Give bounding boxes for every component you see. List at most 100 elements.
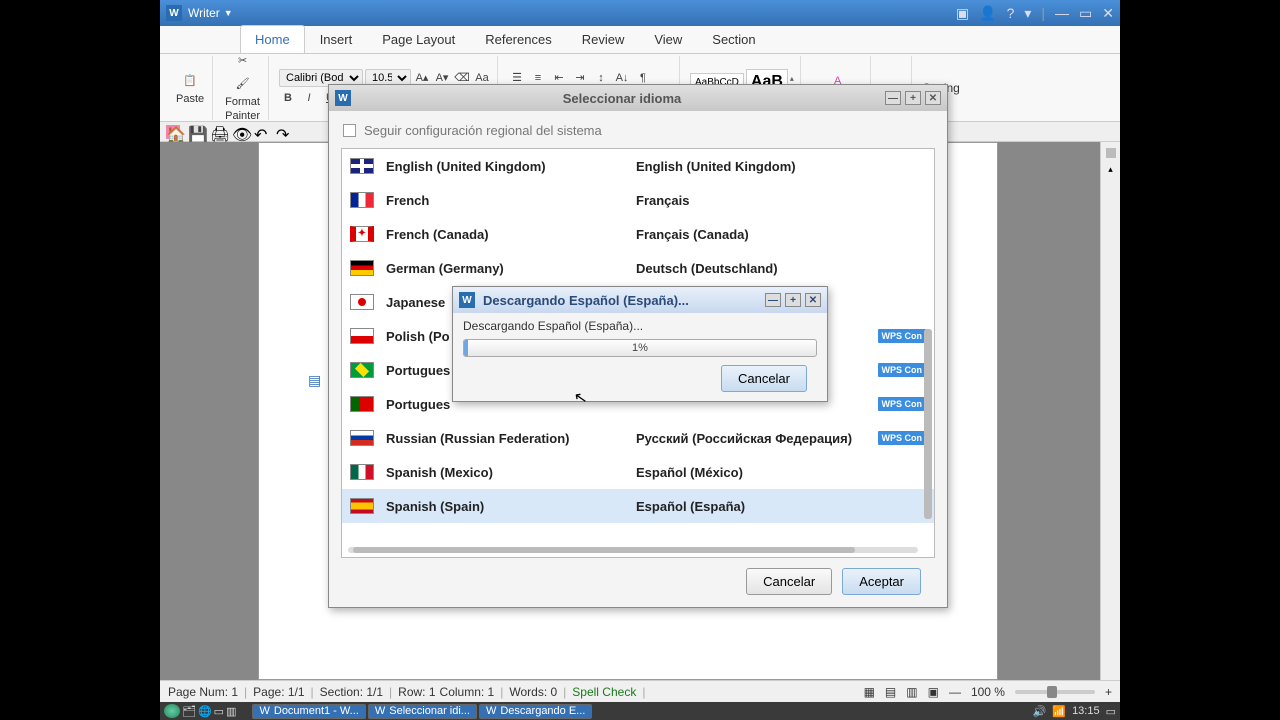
italic-icon[interactable]: I [301, 90, 317, 106]
vertical-scrollbar-thumb[interactable] [924, 329, 932, 519]
horizontal-scrollbar-thumb[interactable] [353, 547, 855, 553]
follow-system-checkbox[interactable]: Seguir configuración regional del sistem… [343, 123, 933, 138]
tab-references[interactable]: References [470, 25, 566, 53]
show-desktop-icon[interactable]: ▭ [1106, 705, 1116, 718]
view-reading-icon[interactable]: ▣ [928, 685, 939, 699]
dl-max-button[interactable]: + [785, 293, 801, 307]
desktop-icon[interactable]: ▭ [214, 705, 224, 718]
flag-icon [350, 294, 374, 310]
wps-connect-badge: WPS Con [878, 431, 927, 445]
view-print-icon[interactable]: ▦ [864, 685, 875, 699]
tab-section[interactable]: Section [697, 25, 770, 53]
language-row[interactable]: Russian (Russian Federation)Русский (Рос… [342, 421, 934, 455]
download-dialog-titlebar[interactable]: W Descargando Español (España)... — + ✕ [453, 287, 827, 313]
language-native-name: Français (Canada) [636, 227, 926, 242]
os-taskbar: 🗂 🌐 ▭ ▥ WDocument1 - W... WSeleccionar i… [160, 702, 1120, 720]
brush-icon: 🖌 [233, 74, 253, 94]
vertical-scrollbar[interactable]: ▴ [1100, 142, 1120, 680]
save-icon[interactable]: 💾 [188, 125, 202, 139]
signin-icon[interactable]: 👤 [979, 5, 996, 22]
tab-review[interactable]: Review [567, 25, 640, 53]
checkbox-icon [343, 124, 356, 137]
flag-icon [350, 192, 374, 208]
files-icon[interactable]: 🗂 [182, 705, 196, 718]
language-native-name: Français [636, 193, 926, 208]
progress-fill [464, 340, 468, 356]
redo-icon[interactable]: ↷ [276, 125, 290, 139]
preview-icon[interactable]: 👁 [232, 125, 246, 139]
app-titlebar: W Writer ▼ ▣ 👤 ? ▾ | — ▭ ✕ [160, 0, 1120, 26]
minimize-button[interactable]: — [1055, 5, 1069, 21]
view-web-icon[interactable]: ▥ [906, 685, 917, 699]
taskbar-download-dialog[interactable]: WDescargando E... [479, 704, 592, 719]
restore-button[interactable]: ▭ [1079, 5, 1092, 22]
wps-icon: W [459, 292, 475, 308]
nav-doc-icon[interactable]: ▤ [308, 372, 321, 389]
zoom-out-button[interactable]: — [949, 685, 961, 699]
progress-bar: 1% [463, 339, 817, 357]
language-row[interactable]: English (United Kingdom)English (United … [342, 149, 934, 183]
tab-home[interactable]: Home [240, 25, 305, 53]
flag-icon [350, 498, 374, 514]
language-row[interactable]: Spanish (Spain)Español (España) [342, 489, 934, 523]
windows-icon[interactable]: ▥ [226, 705, 236, 718]
lang-close-button[interactable]: ✕ [925, 91, 941, 105]
cancel-button[interactable]: Cancelar [746, 568, 832, 595]
language-dialog-titlebar[interactable]: W Seleccionar idioma — + ✕ [329, 85, 947, 111]
download-dialog: W Descargando Español (España)... — + ✕ … [452, 286, 828, 402]
styles-up-icon[interactable]: ▴ [790, 74, 794, 83]
network-icon[interactable]: 📶 [1052, 705, 1066, 718]
status-section: Section: 1/1 [320, 685, 383, 699]
undo-icon[interactable]: ↶ [254, 125, 268, 139]
flag-icon [350, 396, 374, 412]
accept-button[interactable]: Aceptar [842, 568, 921, 595]
zoom-value[interactable]: 100 % [971, 685, 1005, 699]
language-native-name: Español (México) [636, 465, 926, 480]
status-spellcheck[interactable]: Spell Check [572, 685, 636, 699]
more-chevron-icon[interactable]: ▾ [1024, 5, 1031, 22]
language-english-name: French (Canada) [386, 227, 636, 242]
browser-icon[interactable]: 🌐 [198, 705, 212, 718]
flag-icon [350, 464, 374, 480]
volume-icon[interactable]: 🔊 [1033, 705, 1047, 718]
close-button[interactable]: ✕ [1102, 5, 1114, 22]
lang-max-button[interactable]: + [905, 91, 921, 105]
language-native-name: Deutsch (Deutschland) [636, 261, 926, 276]
lang-min-button[interactable]: — [885, 91, 901, 105]
status-page-num: Page Num: 1 [168, 685, 238, 699]
language-row[interactable]: Spanish (Mexico)Español (México) [342, 455, 934, 489]
language-row[interactable]: French (Canada)Français (Canada) [342, 217, 934, 251]
view-outline-icon[interactable]: ▤ [885, 685, 896, 699]
app-menu-chevron[interactable]: ▼ [224, 8, 233, 18]
start-menu-button[interactable] [164, 704, 180, 718]
cut-icon[interactable]: ✂ [235, 54, 251, 69]
zoom-slider[interactable] [1015, 690, 1095, 694]
language-english-name: French [386, 193, 636, 208]
language-english-name: German (Germany) [386, 261, 636, 276]
language-row[interactable]: FrenchFrançais [342, 183, 934, 217]
tab-view[interactable]: View [639, 25, 697, 53]
task-pane-toggle[interactable] [1106, 148, 1116, 158]
flag-icon [350, 260, 374, 276]
download-message: Descargando Español (España)... [463, 319, 817, 333]
download-cancel-button[interactable]: Cancelar [721, 365, 807, 392]
paste-button[interactable]: 📋 Paste [174, 69, 206, 107]
print-icon[interactable]: 🖨 [210, 125, 224, 139]
help-icon[interactable]: ? [1007, 5, 1015, 21]
taskbar-document[interactable]: WDocument1 - W... [252, 704, 365, 719]
zoom-in-button[interactable]: + [1105, 685, 1112, 699]
dl-close-button[interactable]: ✕ [805, 293, 821, 307]
scroll-up-icon[interactable]: ▴ [1108, 164, 1113, 175]
language-row[interactable]: German (Germany)Deutsch (Deutschland) [342, 251, 934, 285]
format-painter-button[interactable]: 🖌 Format Painter [223, 72, 262, 123]
flag-icon [350, 362, 374, 378]
tab-page-layout[interactable]: Page Layout [367, 25, 470, 53]
dl-min-button[interactable]: — [765, 293, 781, 307]
bold-icon[interactable]: B [280, 90, 296, 106]
skin-icon[interactable]: ▣ [956, 5, 969, 22]
language-english-name: English (United Kingdom) [386, 159, 636, 174]
home-icon[interactable]: 🏠 [166, 125, 180, 139]
tab-insert[interactable]: Insert [305, 25, 368, 53]
taskbar-language-dialog[interactable]: WSeleccionar idi... [368, 704, 477, 719]
clock[interactable]: 13:15 [1072, 705, 1100, 717]
